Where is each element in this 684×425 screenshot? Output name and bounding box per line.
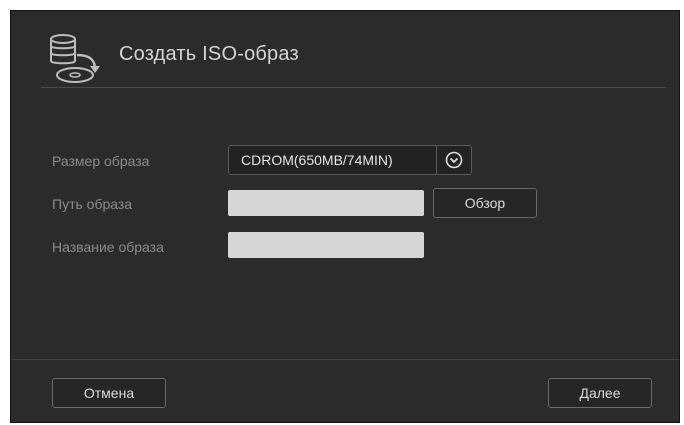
top-strip (0, 0, 684, 10)
image-name-label: Название образа (52, 239, 164, 255)
image-path-input[interactable] (228, 190, 424, 216)
image-name-input[interactable] (228, 232, 424, 258)
image-size-value: CDROM(650MB/74MIN) (241, 152, 393, 168)
chevron-down-icon[interactable] (437, 146, 471, 174)
browse-button[interactable]: Обзор (433, 188, 537, 218)
image-size-label: Размер образа (52, 153, 150, 169)
dialog-title: Создать ISO-образ (119, 43, 299, 65)
dialog-header: Создать ISO-образ (11, 11, 679, 91)
footer-divider (11, 359, 679, 360)
header-divider (41, 87, 666, 88)
disc-image-icon (47, 31, 107, 87)
image-size-select[interactable]: CDROM(650MB/74MIN) (228, 145, 472, 175)
image-path-label: Путь образа (52, 196, 133, 212)
cancel-button[interactable]: Отмена (52, 378, 166, 408)
create-iso-dialog: Создать ISO-образ Размер образа CDROM(65… (10, 10, 680, 423)
next-button[interactable]: Далее (548, 378, 652, 408)
